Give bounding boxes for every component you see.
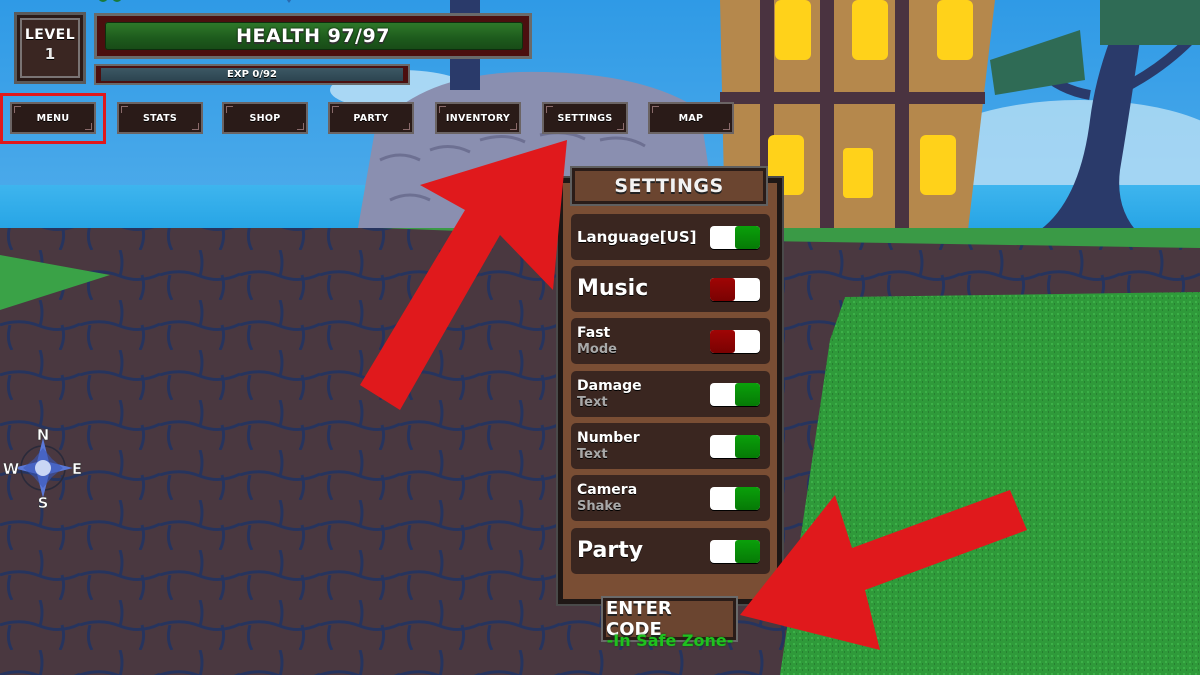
map-button[interactable]: MAP: [648, 102, 734, 134]
setting-row-party: Party: [571, 528, 770, 574]
settings-button[interactable]: SETTINGS: [542, 102, 628, 134]
toggle-knob: [735, 226, 760, 249]
compass-south: S: [38, 494, 49, 512]
health-text: HEALTH 97/97: [236, 25, 390, 47]
level-label: LEVEL: [24, 27, 76, 43]
party-button[interactable]: PARTY: [328, 102, 414, 134]
level-value: 1: [44, 45, 56, 63]
setting-label: Music: [577, 276, 649, 301]
toggle-knob: [735, 540, 760, 563]
menu-highlight-annotation: [0, 93, 106, 144]
setting-label: Language[US]: [577, 227, 697, 246]
toggle-knob: [710, 330, 735, 353]
settings-title: SETTINGS: [572, 168, 766, 204]
shop-button[interactable]: SHOP: [222, 102, 308, 134]
compass-rose-icon: N E S W: [2, 426, 82, 513]
fast-mode-toggle[interactable]: [710, 330, 760, 353]
health-bar: HEALTH 97/97: [94, 13, 532, 59]
damage-text-toggle[interactable]: [710, 383, 760, 406]
party-toggle[interactable]: [710, 540, 760, 563]
setting-label: Number: [577, 429, 640, 446]
setting-sublabel: Text: [577, 446, 608, 462]
setting-label: Camera: [577, 481, 638, 498]
level-indicator: LEVEL 1: [14, 12, 86, 84]
setting-label: Damage: [577, 377, 642, 394]
language-toggle[interactable]: [710, 226, 760, 249]
compass-west: W: [3, 460, 20, 478]
setting-row-music: Music: [571, 266, 770, 312]
compass-north: N: [37, 426, 50, 444]
setting-sublabel: Text: [577, 394, 608, 410]
number-text-toggle[interactable]: [710, 435, 760, 458]
compass: N E S W: [2, 425, 88, 515]
setting-row-camera-shake: Camera Shake: [571, 475, 770, 521]
toggle-knob: [735, 487, 760, 510]
compass-east: E: [72, 460, 82, 478]
setting-row-language: Language[US]: [571, 214, 770, 260]
setting-label: Party: [577, 538, 644, 563]
setting-row-number-text: Number Text: [571, 423, 770, 469]
stats-button[interactable]: STATS: [117, 102, 203, 134]
toggle-knob: [710, 278, 735, 301]
toggle-knob: [735, 383, 760, 406]
setting-sublabel: Mode: [577, 341, 617, 357]
toggle-knob: [735, 435, 760, 458]
camera-shake-toggle[interactable]: [710, 487, 760, 510]
setting-row-damage-text: Damage Text: [571, 371, 770, 417]
setting-row-fast-mode: Fast Mode: [571, 318, 770, 364]
exp-text: EXP 0/92: [227, 69, 277, 80]
gem-counter-cropped: [282, 0, 332, 6]
exp-bar: EXP 0/92: [94, 64, 410, 85]
currency-counter-cropped: [95, 0, 135, 6]
safe-zone-status: -In Safe Zone-: [606, 631, 734, 650]
inventory-button[interactable]: INVENTORY: [435, 102, 521, 134]
setting-sublabel: Shake: [577, 498, 622, 514]
music-toggle[interactable]: [710, 278, 760, 301]
setting-label: Fast: [577, 324, 611, 341]
